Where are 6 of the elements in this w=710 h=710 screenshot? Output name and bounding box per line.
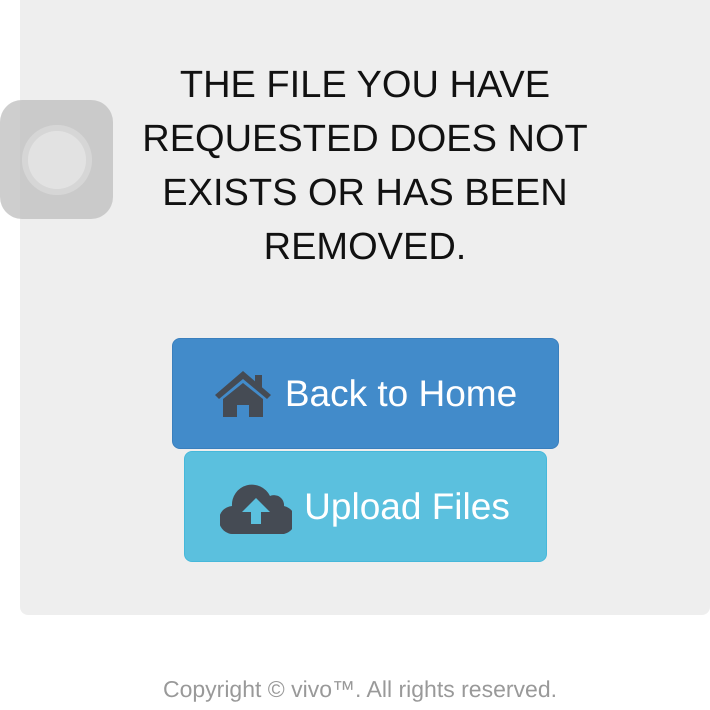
error-message: THE FILE YOU HAVE REQUESTED DOES NOT EXISTS OR HAS BEEN REMOVED. (141, 63, 589, 270)
floating-touch-button[interactable] (0, 100, 113, 219)
house-icon (212, 368, 273, 418)
back-to-home-button[interactable]: Back to Home (172, 338, 558, 449)
copyright-text: Copyright © vivo™. All rights reserved. (162, 675, 558, 703)
upload-files-button[interactable]: Upload Files (184, 451, 546, 562)
